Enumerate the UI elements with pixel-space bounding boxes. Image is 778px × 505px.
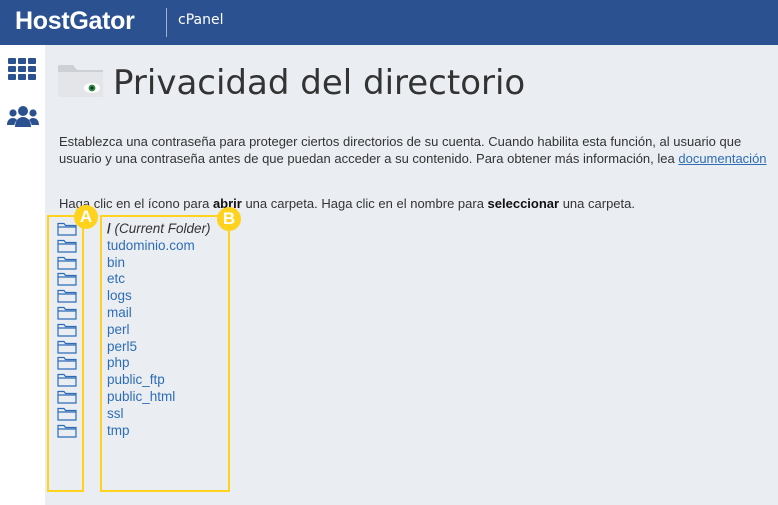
annotation-badge-b: B xyxy=(217,207,241,231)
page-title: Privacidad del directorio xyxy=(113,63,526,103)
hostgator-logo[interactable]: HostGator xyxy=(15,7,135,36)
sidebar xyxy=(0,45,45,505)
description-line-1: Establezca una contraseña para proteger … xyxy=(59,134,742,149)
users-icon[interactable] xyxy=(7,105,39,129)
header-divider xyxy=(166,8,167,37)
instruction-part-2: una carpeta. Haga clic en el nombre para xyxy=(241,196,488,211)
highlight-box-names xyxy=(100,215,230,492)
directory-privacy-icon xyxy=(58,65,103,97)
page-description: Establezca una contraseña para proteger … xyxy=(59,133,778,167)
instruction-bold-select: seleccionar xyxy=(487,196,560,211)
grid-icon[interactable] xyxy=(7,58,37,80)
cpanel-label[interactable]: cPanel xyxy=(178,12,223,28)
instruction-text: Haga clic en el ícono para abrir una car… xyxy=(59,196,635,211)
main-content: Privacidad del directorio Establezca una… xyxy=(45,45,778,505)
highlight-box-icons xyxy=(47,215,84,492)
instruction-part-3: una carpeta. xyxy=(559,196,635,211)
documentation-link[interactable]: documentación xyxy=(678,151,766,166)
description-line-2-text: usuario y una contraseña antes de que pu… xyxy=(59,151,679,166)
annotation-badge-a: A xyxy=(74,205,98,229)
description-line-2: usuario y una contraseña antes de que pu… xyxy=(59,150,778,167)
top-header: HostGator cPanel xyxy=(0,0,778,45)
